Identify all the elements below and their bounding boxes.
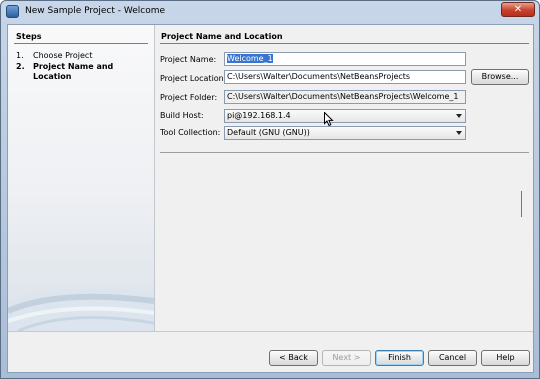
project-name-value: Welcome_1 bbox=[227, 54, 273, 63]
step-label: Choose Project bbox=[33, 51, 93, 60]
close-button[interactable]: ✕ bbox=[501, 2, 535, 17]
tool-collection-label: Tool Collection: bbox=[160, 128, 221, 137]
netbeans-app-icon bbox=[6, 5, 19, 18]
project-location-label: Project Location: bbox=[160, 74, 227, 83]
panel-title: Project Name and Location bbox=[161, 32, 283, 41]
mouse-pointer-icon bbox=[324, 112, 334, 127]
project-folder-field: C:\Users\Walter\Documents\NetBeansProjec… bbox=[224, 90, 466, 104]
steps-panel: Steps 1. Choose Project 2. Project Name an… bbox=[8, 25, 155, 331]
panel-divider bbox=[160, 43, 529, 44]
project-location-input[interactable]: C:\Users\Walter\Documents\NetBeansProjec… bbox=[224, 70, 466, 84]
steps-title: Steps bbox=[16, 32, 42, 41]
chevron-down-icon bbox=[456, 114, 462, 118]
project-name-label: Project Name: bbox=[160, 55, 217, 64]
step-project-name-location: 2. Project Name and Location bbox=[16, 62, 123, 82]
build-host-label: Build Host: bbox=[160, 111, 204, 120]
step-choose-project: 1. Choose Project bbox=[16, 51, 123, 61]
step-label: Project Name and Location bbox=[33, 62, 114, 81]
finish-button[interactable]: Finish bbox=[375, 350, 424, 366]
footer-divider bbox=[8, 331, 533, 332]
project-name-input[interactable]: Welcome_1 bbox=[224, 52, 466, 66]
project-folder-label: Project Folder: bbox=[160, 93, 218, 102]
tool-collection-select[interactable]: Default (GNU (GNU)) bbox=[224, 126, 466, 140]
tool-collection-value: Default (GNU (GNU)) bbox=[227, 128, 310, 137]
step-number: 1. bbox=[16, 51, 24, 60]
help-button[interactable]: Help bbox=[481, 350, 530, 366]
window-title: New Sample Project - Welcome bbox=[25, 6, 166, 16]
step-number: 2. bbox=[16, 62, 25, 71]
build-host-select[interactable]: pi@192.168.1.4 bbox=[224, 109, 466, 123]
scroll-indicator bbox=[521, 191, 522, 217]
decorative-swoosh bbox=[8, 288, 154, 331]
dialog-window: New Sample Project - Welcome ✕ Steps 1. C… bbox=[0, 0, 540, 379]
chevron-down-icon bbox=[456, 131, 462, 135]
back-button[interactable]: < Back bbox=[269, 350, 318, 366]
close-icon: ✕ bbox=[513, 4, 523, 15]
next-button[interactable]: Next > bbox=[322, 350, 371, 366]
panel-bottom-divider bbox=[160, 152, 529, 153]
browse-button[interactable]: Browse... bbox=[471, 69, 529, 85]
title-bar[interactable]: New Sample Project - Welcome ✕ bbox=[1, 1, 539, 23]
build-host-value: pi@192.168.1.4 bbox=[227, 111, 291, 120]
cancel-button[interactable]: Cancel bbox=[428, 350, 477, 366]
steps-divider bbox=[14, 43, 148, 44]
dialog-content: Steps 1. Choose Project 2. Project Name an… bbox=[7, 24, 534, 373]
